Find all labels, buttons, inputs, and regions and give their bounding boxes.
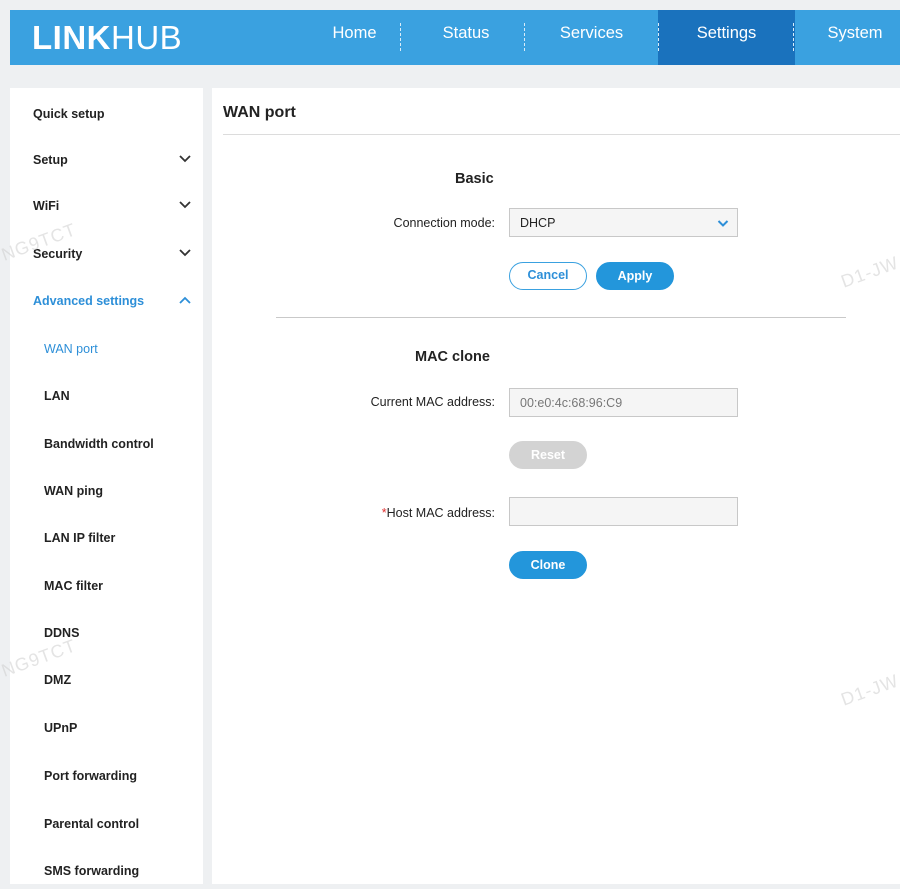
sidebar-subitem-label: MAC filter — [44, 579, 104, 593]
sidebar-item-advanced-settings[interactable]: Advanced settings — [10, 283, 203, 319]
nav-divider — [658, 23, 659, 51]
section-divider — [276, 317, 846, 318]
sidebar: Quick setup Setup WiFi Security Advanced… — [10, 88, 203, 884]
cancel-button[interactable]: Cancel — [509, 262, 587, 290]
chevron-down-icon — [179, 155, 191, 163]
sidebar-subitem-port-forwarding[interactable]: Port forwarding — [10, 758, 203, 794]
sidebar-subitem-bandwidth-control[interactable]: Bandwidth control — [10, 426, 203, 462]
top-header: LINKHUB Home Status Services Settings Sy… — [10, 10, 900, 65]
nav-divider — [400, 23, 401, 51]
top-nav: Home Status Services Settings System — [302, 10, 900, 65]
section-title-mac-clone: MAC clone — [415, 349, 490, 365]
sidebar-subitem-ddns[interactable]: DDNS — [10, 615, 203, 651]
main-content: WAN port Basic Connection mode: DHCP Can… — [212, 88, 900, 884]
nav-services[interactable]: Services — [525, 10, 658, 65]
title-divider — [223, 134, 900, 135]
sidebar-subitem-wan-ping[interactable]: WAN ping — [10, 473, 203, 509]
connection-mode-label: Connection mode: — [393, 216, 495, 230]
sidebar-item-quick-setup[interactable]: Quick setup — [10, 96, 203, 132]
sidebar-item-label: WiFi — [33, 199, 60, 213]
chevron-down-icon — [179, 201, 191, 209]
nav-divider — [524, 23, 525, 51]
chevron-down-icon — [717, 220, 729, 227]
sidebar-subitem-label: DMZ — [44, 673, 72, 687]
host-mac-label-text: Host MAC address: — [386, 506, 495, 520]
sidebar-subitem-upnp[interactable]: UPnP — [10, 710, 203, 746]
sidebar-subitem-label: WAN ping — [44, 484, 104, 498]
sidebar-subitem-label: Parental control — [44, 817, 140, 831]
sidebar-subitem-label: UPnP — [44, 721, 78, 735]
chevron-down-icon — [179, 249, 191, 257]
nav-status[interactable]: Status — [407, 10, 525, 65]
sidebar-subitem-label: Bandwidth control — [44, 437, 154, 451]
logo-light-text: HUB — [111, 19, 183, 56]
clone-button[interactable]: Clone — [509, 551, 587, 579]
sidebar-subitem-label: SMS forwarding — [44, 864, 140, 878]
sidebar-subitem-lan[interactable]: LAN — [10, 378, 203, 414]
sidebar-subitem-label: WAN port — [44, 342, 98, 356]
current-mac-field — [509, 388, 738, 417]
apply-button[interactable]: Apply — [596, 262, 674, 290]
sidebar-item-label: Advanced settings — [33, 294, 145, 308]
sidebar-item-wifi[interactable]: WiFi — [10, 188, 203, 224]
sidebar-item-label: Setup — [33, 153, 68, 167]
logo-bold-text: LINK — [32, 19, 111, 56]
host-mac-input[interactable] — [509, 497, 738, 526]
connection-mode-value: DHCP — [520, 216, 556, 230]
nav-home[interactable]: Home — [302, 10, 407, 65]
sidebar-subitem-lan-ip-filter[interactable]: LAN IP filter — [10, 520, 203, 556]
sidebar-subitem-parental-control[interactable]: Parental control — [10, 806, 203, 842]
sidebar-subitem-label: DDNS — [44, 626, 80, 640]
sidebar-subitem-label: Port forwarding — [44, 769, 138, 783]
sidebar-item-label: Quick setup — [33, 107, 105, 121]
current-mac-label: Current MAC address: — [370, 395, 495, 409]
section-title-basic: Basic — [455, 171, 494, 187]
sidebar-subitem-label: LAN IP filter — [44, 531, 116, 545]
nav-settings[interactable]: Settings — [658, 10, 795, 65]
chevron-up-icon — [179, 296, 191, 304]
sidebar-item-security[interactable]: Security — [10, 236, 203, 272]
host-mac-label: *Host MAC address: — [215, 506, 495, 520]
sidebar-subitem-label: LAN — [44, 389, 70, 403]
sidebar-subitem-dmz[interactable]: DMZ — [10, 662, 203, 698]
nav-system[interactable]: System — [795, 10, 900, 65]
brand-logo[interactable]: LINKHUB — [32, 14, 182, 61]
connection-mode-select[interactable]: DHCP — [509, 208, 738, 237]
reset-button[interactable]: Reset — [509, 441, 587, 469]
sidebar-item-setup[interactable]: Setup — [10, 142, 203, 178]
nav-divider — [793, 23, 794, 51]
sidebar-subitem-wan-port[interactable]: WAN port — [10, 331, 203, 367]
sidebar-item-label: Security — [33, 247, 83, 261]
sidebar-subitem-mac-filter[interactable]: MAC filter — [10, 568, 203, 604]
page-title: WAN port — [223, 104, 296, 121]
